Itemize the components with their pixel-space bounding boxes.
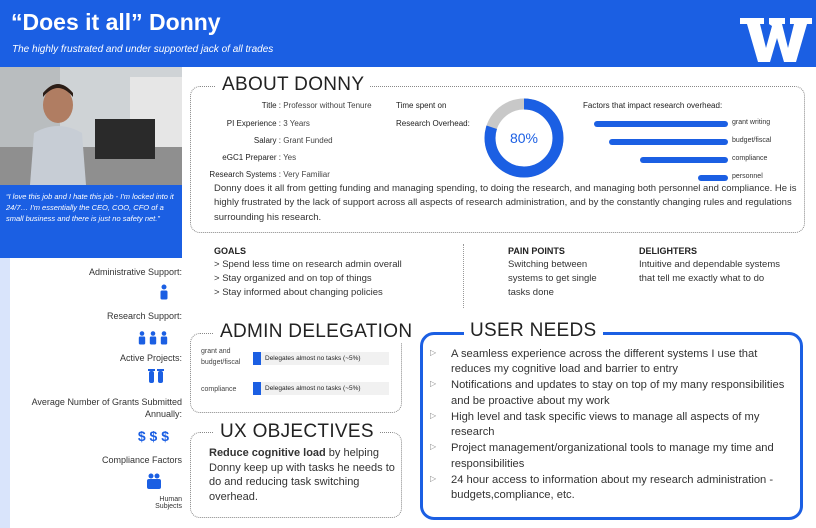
delighters-text: Intuitive and dependable systems that te…: [639, 259, 781, 284]
persona-quote: “I love this job and I hate this job - I…: [0, 185, 182, 258]
grants-submitted-label: Average Number of Grants Submitted Annua…: [31, 397, 182, 420]
delighters-title: DELIGHTERS: [639, 246, 698, 256]
user-need-item: ▷ Notifications and updates to stay on to…: [430, 379, 785, 407]
user-need-item: ▷ A seamless experience across the differ…: [430, 348, 758, 376]
user-needs-list: ▷ A seamless experience across the differ…: [430, 347, 799, 504]
goal-item: Stay informed about changing policies: [214, 286, 402, 300]
goals-list: Spend less time on research admin overal…: [214, 258, 402, 299]
dollar-icon: $ $ $: [137, 428, 169, 444]
donut-percent-label: 80%: [510, 130, 538, 146]
about-field-egc1: eGC1 Preparer : Yes: [222, 153, 297, 162]
about-field-research-systems: Research Systems : Very Familiar: [209, 170, 330, 179]
about-field-pi-experience: PI Experience : 3 Years: [226, 119, 310, 128]
administrative-support-label: Administrative Support:: [88, 267, 182, 277]
delegation-bar: Delegates almost no tasks (~5%): [253, 382, 389, 395]
about-field-title: Title : Professor without Tenure: [261, 101, 372, 110]
triangle-bullet-icon: ▷: [430, 348, 437, 357]
about-description: Donny does it all from getting funding a…: [214, 183, 797, 223]
user-needs-title: USER NEEDS: [464, 320, 603, 342]
factor-bar: [639, 157, 728, 163]
time-spent-label-1: Time spent on: [396, 101, 447, 110]
user-need-item: ▷ High level and task specific views to m…: [430, 410, 760, 439]
goals-divider: [463, 244, 464, 308]
compliance-factors-label: Compliance Factors: [101, 455, 182, 465]
user-need-item: ▷ Project management/organizational tools…: [430, 442, 774, 470]
research-support-label: Research Support:: [106, 311, 182, 321]
factor-label: budget/fiscal: [732, 137, 772, 144]
time-spent-label-2: Research Overhead:: [396, 119, 470, 128]
pain-points-text: Switching between systems to get single …: [508, 259, 597, 298]
triangle-bullet-icon: ▷: [430, 410, 437, 420]
university-w-logo-icon: [740, 18, 812, 62]
persona-photo-image: [0, 67, 182, 185]
pain-points-title: PAIN POINTS: [508, 246, 565, 256]
triangle-bullet-icon: ▷: [430, 473, 437, 483]
about-section-title: ABOUT DONNY: [216, 74, 371, 96]
human-subjects-icon: [146, 473, 162, 492]
goal-item: Stay organized and on top of things: [214, 272, 402, 286]
factor-bar: [594, 121, 728, 127]
person-icon: [159, 284, 169, 303]
admin-delegation-border: [190, 333, 402, 413]
delegation-bar: Delegates almost no tasks (~5%): [253, 352, 389, 365]
persona-title: “Does it all” Donny: [11, 9, 221, 35]
people-icon: [137, 331, 169, 348]
factors-title: Factors that impact research overhead:: [583, 101, 723, 110]
admin-delegation-title: ADMIN DELEGATION: [214, 321, 419, 343]
ux-objectives-text: Reduce cognitive load by helping Donny k…: [209, 446, 397, 505]
ux-objectives-title: UX OBJECTIVES: [214, 421, 380, 443]
factor-bar: [697, 175, 728, 181]
delegation-row-label: compliance: [201, 386, 237, 393]
factor-label: grant writing: [732, 119, 771, 126]
triangle-bullet-icon: ▷: [430, 379, 437, 389]
persona-subtitle: The highly frustrated and under supporte…: [12, 44, 274, 55]
beaker-icon: [147, 369, 165, 386]
human-subjects-caption: Human Subjects: [155, 496, 182, 510]
delegation-row-label: grant and budget/fiscal: [201, 348, 241, 367]
header-banner: “Does it all” Donny The highly frustrate…: [0, 0, 816, 67]
time-spent-donut-chart: 80%: [484, 98, 564, 178]
about-field-salary: Salary : Grant Funded: [253, 136, 333, 145]
goals-title: GOALS: [214, 246, 247, 256]
factor-bar: [609, 139, 728, 145]
sidebar-strip: [0, 258, 10, 528]
factor-label: personnel: [732, 173, 763, 180]
triangle-bullet-icon: ▷: [430, 442, 437, 452]
user-need-item: ▷ 24 hour access to information about my …: [430, 473, 774, 502]
factor-label: compliance: [732, 155, 768, 162]
persona-photo: [0, 67, 182, 185]
active-projects-label: Active Projects:: [119, 353, 182, 363]
goal-item: Spend less time on research admin overal…: [214, 258, 402, 272]
ux-objectives-bold: Reduce cognitive load: [209, 447, 326, 459]
